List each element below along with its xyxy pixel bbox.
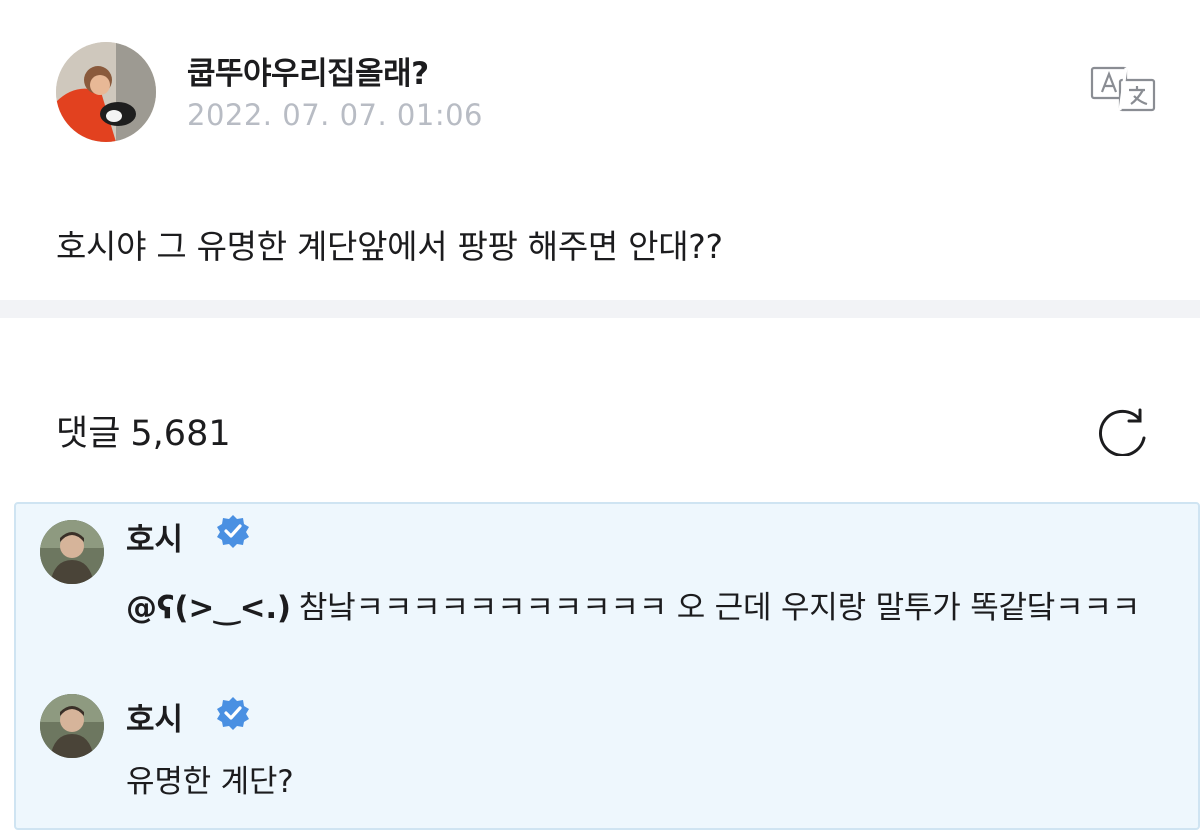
commenter-name[interactable]: 호시 [126, 694, 183, 739]
comments-count: 5,681 [130, 414, 231, 454]
refresh-icon[interactable] [1096, 404, 1154, 457]
translate-icon[interactable] [1090, 66, 1158, 112]
commenter-avatar[interactable] [40, 694, 104, 758]
mention-link[interactable]: @ʕ(>‿<.) [126, 590, 291, 626]
comment-body: 참낰ㅋㅋㅋㅋㅋㅋㅋㅋㅋㅋㅋ 오 근데 우지랑 말투가 똑같닼ㅋㅋㅋ [298, 590, 1141, 626]
post-body: 호시야 그 유명한 계단앞에서 팡팡 해주면 안대?? [56, 227, 723, 266]
comment-body: 유명한 계단? [126, 764, 294, 800]
author-avatar[interactable] [56, 42, 156, 142]
commenter-name[interactable]: 호시 [126, 514, 183, 559]
comments-panel: 호시 @ʕ(>‿<.) 참낰ㅋㅋㅋㅋㅋㅋㅋㅋㅋㅋㅋ 오 근데 우지랑 말투가 똑같… [14, 502, 1200, 830]
commenter-avatar[interactable] [40, 520, 104, 584]
comment-text: @ʕ(>‿<.) 참낰ㅋㅋㅋㅋㅋㅋㅋㅋㅋㅋㅋ 오 근데 우지랑 말투가 똑같닼ㅋㅋ… [126, 584, 1176, 632]
verified-badge-icon [217, 515, 249, 548]
comments-header: 댓글 5,681 [56, 405, 241, 456]
section-divider [0, 300, 1200, 318]
post-header: 쿱뚜야우리집올래? 2022. 07. 07. 01:06 [56, 42, 1156, 142]
verified-badge-icon [217, 697, 249, 730]
author-name[interactable]: 쿱뚜야우리집올래? [187, 48, 429, 93]
comments-label: 댓글 [56, 414, 121, 454]
post-timestamp: 2022. 07. 07. 01:06 [187, 98, 483, 132]
